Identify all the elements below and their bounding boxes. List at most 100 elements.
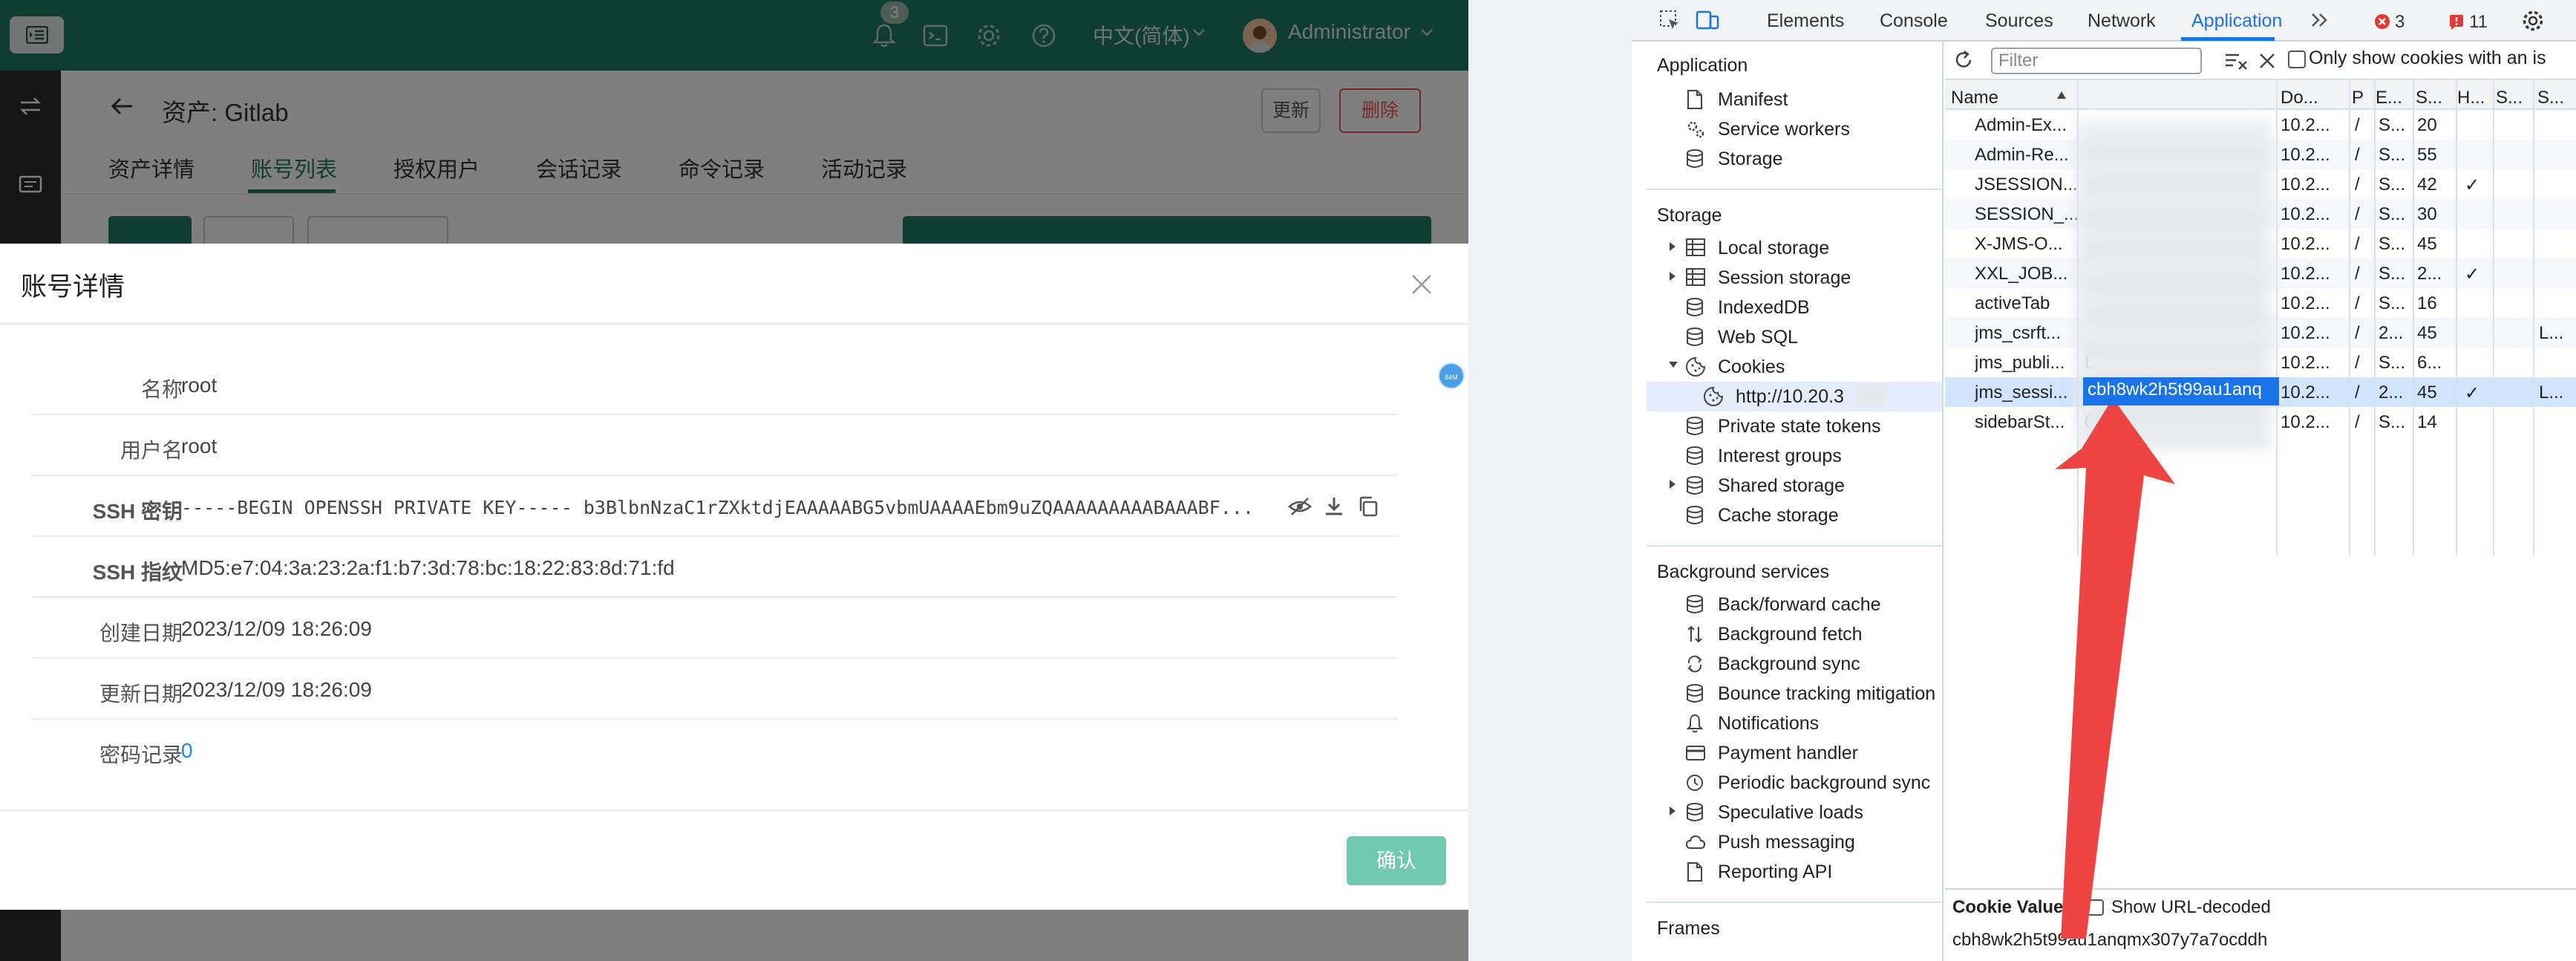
sidebar-item-speculative-loads[interactable]: Speculative loads xyxy=(1647,798,1942,827)
row-label: 用户名 xyxy=(120,439,183,462)
sidebar-item-private-state-tokens[interactable]: Private state tokens xyxy=(1647,411,1942,441)
account-detail-modal: 账号详情 名称 root 用户名 root SSH 密钥 -----BEGIN … xyxy=(0,244,1468,910)
expand-arrow-icon[interactable] xyxy=(1667,478,1678,490)
clear-all-icon[interactable] xyxy=(2258,52,2276,70)
error-count[interactable]: 3 xyxy=(2395,12,2405,33)
cookie-value-panel: Cookie Value Show URL-decoded cbh8wk2h5t… xyxy=(1945,888,2576,961)
sidebar-item-local-storage[interactable]: Local storage xyxy=(1647,233,1942,263)
column-header-domain[interactable]: Do... xyxy=(2281,88,2318,108)
cell-size: 14 xyxy=(2417,412,2437,432)
devtools-tab-console[interactable]: Console xyxy=(1880,10,1948,32)
sidebar-item-bfcache[interactable]: Back/forward cache xyxy=(1647,590,1942,619)
cell-size: 2... xyxy=(2417,264,2442,284)
eye-off-icon[interactable] xyxy=(1287,495,1312,518)
column-separator[interactable] xyxy=(2077,80,2079,556)
sidebar-item-cache-storage[interactable]: Cache storage xyxy=(1647,501,1942,530)
sidebar-item-reporting-api[interactable]: Reporting API xyxy=(1647,857,1942,887)
sidebar-item-notifications[interactable]: Notifications xyxy=(1647,708,1942,738)
cell-path: / xyxy=(2355,204,2360,224)
detail-row-ssh-key: SSH 密钥 -----BEGIN OPENSSH PRIVATE KEY---… xyxy=(31,476,1397,537)
column-separator[interactable] xyxy=(2374,80,2376,556)
sidebar-item-background-fetch[interactable]: Background fetch xyxy=(1647,619,1942,649)
download-icon[interactable] xyxy=(1323,495,1345,518)
sidebar-item-shared-storage[interactable]: Shared storage xyxy=(1647,471,1942,501)
devtools-tab-sources[interactable]: Sources xyxy=(1985,10,2053,32)
sidebar-item-label: Private state tokens xyxy=(1718,416,1881,437)
filter-input[interactable]: Filter xyxy=(1991,48,2202,74)
section-divider xyxy=(1647,902,1942,903)
sidebar-item-indexeddb[interactable]: IndexedDB xyxy=(1647,293,1942,322)
sidebar-item-web-sql[interactable]: Web SQL xyxy=(1647,322,1942,352)
sidebar-item-label: Interest groups xyxy=(1718,446,1842,466)
confirm-button[interactable]: 确认 xyxy=(1347,836,1446,885)
column-separator[interactable] xyxy=(2493,80,2494,556)
sidebar-item-payment-handler[interactable]: Payment handler xyxy=(1647,738,1942,768)
file-icon xyxy=(1687,90,1702,109)
only-issues-checkbox[interactable] xyxy=(2288,51,2306,68)
sidebar-item-background-sync[interactable]: Background sync xyxy=(1647,649,1942,679)
more-tabs-icon[interactable] xyxy=(2310,12,2330,28)
column-separator[interactable] xyxy=(2276,80,2278,556)
sidebar-item-bounce-tracking[interactable]: Bounce tracking mitigation xyxy=(1647,679,1942,708)
expand-arrow-icon[interactable] xyxy=(1667,805,1678,817)
column-separator[interactable] xyxy=(2456,80,2457,556)
column-header-expires[interactable]: E... xyxy=(2376,88,2402,108)
column-separator[interactable] xyxy=(2349,80,2350,556)
issue-count[interactable]: 11 xyxy=(2469,12,2488,33)
sidebar-item-service-workers[interactable]: Service workers xyxy=(1647,114,1942,144)
column-header-secure[interactable]: S... xyxy=(2496,88,2523,108)
database-icon xyxy=(1687,476,1703,495)
copy-icon[interactable] xyxy=(1357,495,1379,518)
cell-path: / xyxy=(2355,175,2360,195)
column-header-samesite[interactable]: S... xyxy=(2537,88,2564,108)
sidebar-item-push-messaging[interactable]: Push messaging xyxy=(1647,827,1942,857)
sidebar-item-label: http://10.20.3 xyxy=(1736,386,1844,407)
cell-name: jms_csrft... xyxy=(1975,323,2062,343)
device-toolbar-icon[interactable] xyxy=(1696,9,1719,31)
section-heading-storage: Storage xyxy=(1657,205,1722,226)
devtools-tab-elements[interactable]: Elements xyxy=(1767,10,1844,32)
column-header-httponly[interactable]: H... xyxy=(2457,88,2485,108)
inspect-element-icon[interactable] xyxy=(1658,9,1681,31)
sidebar-item-interest-groups[interactable]: Interest groups xyxy=(1647,441,1942,471)
url-decoded-checkbox[interactable] xyxy=(2088,899,2104,916)
devtools-tab-application[interactable]: Application xyxy=(2191,10,2282,32)
cell-domain: 10.2... xyxy=(2281,264,2330,284)
table-row[interactable]: jms_sessi... cbh8wk2h5t99au1anq 10.2... / 2.… xyxy=(1945,377,2576,407)
cell-expires: S... xyxy=(2379,234,2406,254)
cell-domain: 10.2... xyxy=(2281,115,2330,135)
refresh-icon[interactable] xyxy=(1952,49,1975,71)
sidebar-item-cookie-host[interactable]: http://10.20.3 xyxy=(1647,382,1942,411)
clear-filtered-icon[interactable] xyxy=(2224,51,2248,71)
column-separator[interactable] xyxy=(2413,80,2414,556)
error-icon xyxy=(2375,14,2390,29)
cell-domain: 10.2... xyxy=(2281,175,2330,195)
close-icon[interactable] xyxy=(1410,273,1433,296)
sidebar-item-manifest[interactable]: Manifest xyxy=(1647,85,1942,114)
cell-value: cbh8wk2h5t99au1anq xyxy=(2083,377,2279,405)
collapse-arrow-icon[interactable] xyxy=(1667,359,1679,370)
column-header-path[interactable]: P xyxy=(2352,88,2364,108)
url-decoded-label: Show URL-decoded xyxy=(2111,897,2271,917)
sidebar-item-session-storage[interactable]: Session storage xyxy=(1647,263,1942,293)
expand-arrow-icon[interactable] xyxy=(1667,241,1678,253)
sidebar-item-periodic-sync[interactable]: Periodic background sync xyxy=(1647,768,1942,798)
sidebar-item-storage[interactable]: Storage xyxy=(1647,144,1942,174)
column-separator[interactable] xyxy=(2533,80,2534,556)
sidebar-item-label: Reporting API xyxy=(1718,861,1833,882)
cell-name: activeTab xyxy=(1975,293,2050,313)
cookie-value-text[interactable]: cbh8wk2h5t99au1anqmx307y7a7ocddh xyxy=(1952,930,2267,951)
detail-row-name: 名称 root xyxy=(31,354,1397,415)
column-header-size[interactable]: S... xyxy=(2416,88,2442,108)
sidebar-item-cookies[interactable]: Cookies xyxy=(1647,352,1942,382)
devtools-tab-network[interactable]: Network xyxy=(2088,10,2156,32)
column-header-name[interactable]: Name xyxy=(1951,88,1998,108)
cell-size: 45 xyxy=(2417,323,2437,343)
settings-gear-icon[interactable] xyxy=(2521,9,2545,33)
bell-icon xyxy=(1686,714,1704,733)
password-history-link[interactable]: 0 xyxy=(181,739,193,763)
web-app: 3 中文(简体) xyxy=(0,0,1468,961)
cookies-toolbar: Filter Only show cookies with an is xyxy=(1945,42,2576,80)
expand-arrow-icon[interactable] xyxy=(1667,270,1678,282)
cell-size: 45 xyxy=(2417,234,2437,254)
